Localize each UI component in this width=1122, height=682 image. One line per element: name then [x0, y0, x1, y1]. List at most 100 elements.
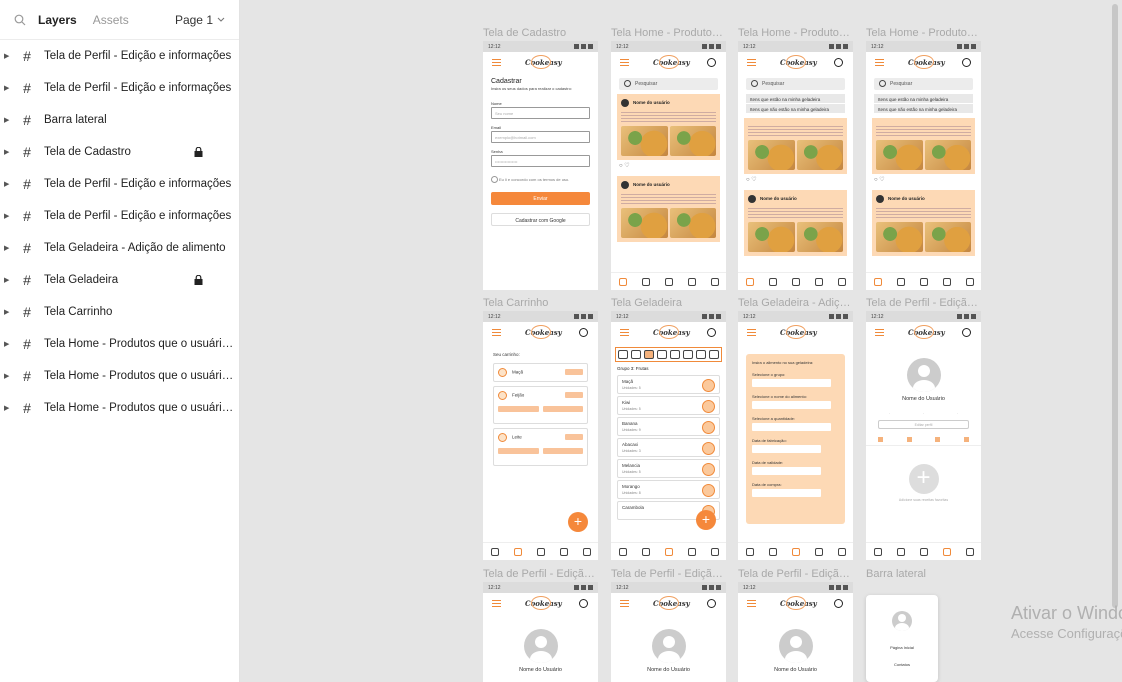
- frame-label[interactable]: Tela Home - Produtos...: [611, 27, 726, 39]
- menu-icon: [492, 600, 501, 607]
- profile-name: Nome do Usuário: [647, 667, 690, 673]
- status-time: 12:12: [616, 44, 629, 50]
- layer-item[interactable]: ▶ # Tela de Perfil - Edição e informações: [0, 40, 239, 72]
- frame-signup[interactable]: 12:12 Cookeasy Cadastrar Insira os seus …: [483, 41, 598, 290]
- frame-profile-1[interactable]: 12:12 Cookeasy Nome do Usuário · · · Edita…: [866, 311, 981, 560]
- search-icon[interactable]: [14, 14, 26, 26]
- frame-profile-4[interactable]: 12:12 Cookeasy Nome do Usuário: [738, 582, 853, 682]
- design-canvas[interactable]: Tela de Cadastro Tela Home - Produtos...…: [240, 0, 1122, 682]
- lock-icon[interactable]: [194, 275, 203, 285]
- fridge-list: Maçã Unidades: 5 Kiwi Unidades: 5 Banana Unid…: [611, 375, 726, 520]
- recipe-card: Nome do usuário: [872, 190, 975, 256]
- frame-label[interactable]: Tela de Cadastro: [483, 27, 598, 39]
- avatar: [778, 629, 813, 663]
- food-icon: [702, 379, 715, 392]
- recipe-card: [872, 118, 975, 174]
- app-logo: Cookeasy: [780, 325, 817, 339]
- tab-layers[interactable]: Layers: [38, 13, 77, 27]
- reaction-icons: ○ ♡: [746, 177, 757, 183]
- caret-right-icon[interactable]: ▶: [4, 276, 14, 284]
- cart-title: Seu carrinho:: [493, 352, 520, 357]
- frame-label[interactable]: Tela de Perfil - Edição...: [611, 568, 726, 580]
- caret-right-icon[interactable]: ▶: [4, 84, 14, 92]
- fridge-item-name: Carambola: [622, 505, 645, 510]
- google-signup-button: Cadastrar com Google: [491, 213, 590, 226]
- app-bar: Cookeasy: [611, 593, 726, 615]
- layer-item[interactable]: ▶ # Tela Home - Produtos que o usuário...: [0, 392, 239, 424]
- frame-side-menu[interactable]: Página Inicial Contatos: [866, 595, 938, 682]
- layer-name: Tela de Perfil - Edição e informações: [44, 210, 232, 222]
- caret-right-icon[interactable]: ▶: [4, 308, 14, 316]
- cart-item-name: Leite: [512, 434, 522, 440]
- caret-right-icon[interactable]: ▶: [4, 52, 14, 60]
- search-icon: [834, 599, 843, 608]
- add-food-form: Insira o alimento no sua geladeira: Sele…: [746, 354, 845, 524]
- caret-right-icon[interactable]: ▶: [4, 340, 14, 348]
- card-username: Nome do usuário: [748, 194, 843, 204]
- name-label: Nome: [491, 101, 502, 106]
- tab-assets[interactable]: Assets: [93, 13, 129, 27]
- account-icon: [707, 58, 716, 67]
- card-username: Nome do usuário: [621, 180, 716, 190]
- layer-item[interactable]: ▶ # Barra lateral: [0, 104, 239, 136]
- frame-label[interactable]: Tela Home - Produtos...: [866, 27, 981, 39]
- layer-item[interactable]: ▶ # Tela Carrinho: [0, 296, 239, 328]
- frame-profile-2[interactable]: 12:12 Cookeasy Nome do Usuário: [483, 582, 598, 682]
- recipe-card: [744, 118, 847, 174]
- add-recipe-hint: Adicione suas receitas favoritas: [898, 498, 949, 502]
- frame-home-2[interactable]: 12:12 Cookeasy Pesquisar Itens que estão…: [738, 41, 853, 290]
- signup-title: Cadastrar: [491, 78, 522, 85]
- layer-item[interactable]: ▶ # Tela de Cadastro: [0, 136, 239, 168]
- layer-item[interactable]: ▶ # Tela Geladeira: [0, 264, 239, 296]
- frame-label[interactable]: Tela de Perfil - Edição...: [866, 297, 981, 309]
- frame-cart[interactable]: 12:12 Cookeasy Seu carrinho: Maçã Feijão…: [483, 311, 598, 560]
- layer-name: Tela Home - Produtos que o usuário...: [44, 402, 236, 414]
- food-icon: [702, 421, 715, 434]
- frame-icon: #: [23, 176, 31, 192]
- fridge-item-qty: Unidades: 8: [622, 491, 641, 495]
- caret-right-icon[interactable]: ▶: [4, 244, 14, 252]
- layer-item[interactable]: ▶ # Tela de Perfil - Edição e informações: [0, 72, 239, 104]
- frame-fridge-add[interactable]: 12:12 Cookeasy Insira o alimento no sua …: [738, 311, 853, 560]
- frame-profile-3[interactable]: 12:12 Cookeasy Nome do Usuário: [611, 582, 726, 682]
- frame-fridge[interactable]: 12:12 Cookeasy Grupo 3: Frutas Maçã Unida…: [611, 311, 726, 560]
- frame-icon: #: [23, 368, 31, 384]
- menu-item-contacts: Contatos: [893, 662, 910, 667]
- frame-home-3[interactable]: 12:12 Cookeasy Pesquisar Itens que estão…: [866, 41, 981, 290]
- food-icon: [702, 484, 715, 497]
- search-icon: [707, 328, 716, 337]
- frame-label[interactable]: Tela Home - Produtos...: [738, 27, 853, 39]
- cart-item: Maçã: [493, 363, 588, 382]
- layer-item[interactable]: ▶ # Tela de Perfil - Edição e informações: [0, 168, 239, 200]
- caret-right-icon[interactable]: ▶: [4, 404, 14, 412]
- layer-item[interactable]: ▶ # Tela Home - Produtos que o usuário...: [0, 360, 239, 392]
- fridge-item: Banana Unidades: 9: [617, 417, 720, 436]
- frame-label[interactable]: Tela de Perfil - Edição...: [738, 568, 853, 580]
- caret-right-icon[interactable]: ▶: [4, 116, 14, 124]
- canvas-scrollbar[interactable]: [1112, 4, 1118, 608]
- search-dropdown: Itens que estão na minha geladeira Itens …: [746, 94, 845, 114]
- lock-icon[interactable]: [194, 147, 203, 157]
- frame-label[interactable]: Tela Geladeira: [611, 297, 726, 309]
- layer-item[interactable]: ▶ # Tela de Perfil - Edição e informações: [0, 200, 239, 232]
- page-selector[interactable]: Page 1: [175, 13, 225, 27]
- frame-icon: #: [23, 400, 31, 416]
- frame-label[interactable]: Tela Carrinho: [483, 297, 598, 309]
- layer-name: Tela de Perfil - Edição e informações: [44, 50, 232, 62]
- frame-home-1[interactable]: 12:12 Cookeasy Pesquisar Nome do usuário…: [611, 41, 726, 290]
- food-icon: [702, 400, 715, 413]
- caret-right-icon[interactable]: ▶: [4, 212, 14, 220]
- layer-name: Barra lateral: [44, 114, 107, 126]
- layer-item[interactable]: ▶ # Tela Geladeira - Adição de alimento: [0, 232, 239, 264]
- app-bar: Cookeasy: [483, 322, 598, 344]
- frame-label[interactable]: Tela de Perfil - Edição...: [483, 568, 598, 580]
- layer-name: Tela Geladeira: [44, 274, 119, 286]
- layer-item[interactable]: ▶ # Tela Home - Produtos que o usuário...: [0, 328, 239, 360]
- caret-right-icon[interactable]: ▶: [4, 148, 14, 156]
- frame-label[interactable]: Barra lateral: [866, 568, 981, 580]
- status-time: 12:12: [871, 44, 884, 50]
- caret-right-icon[interactable]: ▶: [4, 372, 14, 380]
- signup-subtitle: Insira os seus dados para realizar o cad…: [491, 86, 572, 91]
- frame-label[interactable]: Tela Geladeira - Adição...: [738, 297, 853, 309]
- caret-right-icon[interactable]: ▶: [4, 180, 14, 188]
